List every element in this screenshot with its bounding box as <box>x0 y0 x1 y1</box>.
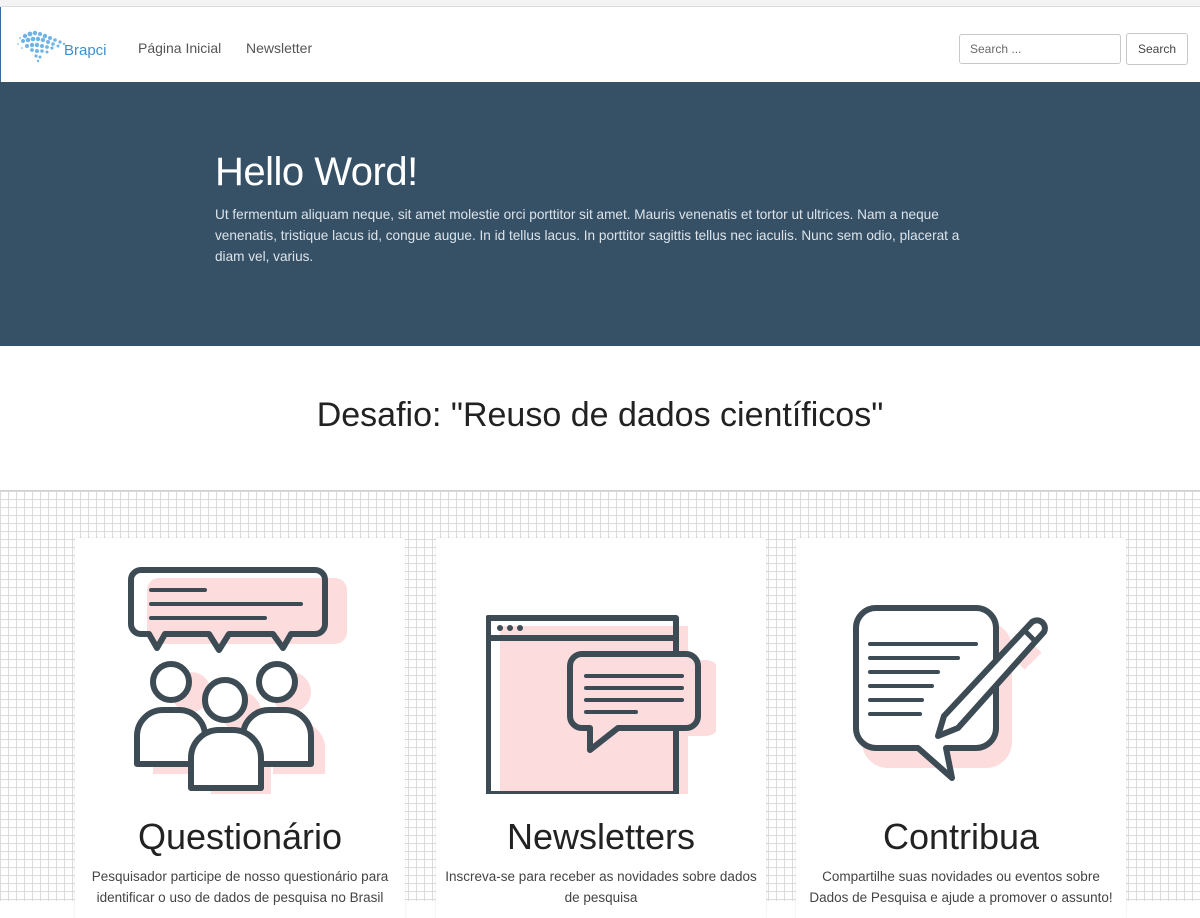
card-text: Inscreva-se para receber as novidades so… <box>445 869 757 905</box>
contribute-pencil-icon <box>853 605 1048 781</box>
section-title: Desafio: "Reuso de dados científicos" <box>316 396 884 434</box>
card-text: Compartilhe suas novidades ou eventos so… <box>809 869 1113 905</box>
hero-title: Hello Word! <box>215 150 418 194</box>
card-contribua[interactable]: Contribua Compartilhe suas novidades ou … <box>796 538 1126 918</box>
hero-banner: Hello Word! Ut fermentum aliquam neque, … <box>0 82 1200 346</box>
card-title: Questionário <box>137 816 343 857</box>
card-text: Pesquisador participe de nosso questioná… <box>91 869 389 905</box>
card-questionario[interactable]: Questionário Pesquisador participe de no… <box>75 538 405 918</box>
nav-link-newsletter[interactable]: Newsletter <box>246 40 312 56</box>
card-title: Contribua <box>882 816 1040 857</box>
card-title: Newsletters <box>506 816 696 857</box>
hero-text: Ut fermentum aliquam neque, sit amet mol… <box>215 207 960 264</box>
brand-link[interactable]: Brapci <box>15 25 107 65</box>
search-button[interactable]: Search <box>1126 33 1188 65</box>
navbar: Brapci Página Inicial Newsletter Search <box>0 7 1200 82</box>
search-input[interactable] <box>959 34 1121 64</box>
brand-name: Brapci <box>64 41 107 59</box>
brapci-logo-icon <box>17 30 66 63</box>
browser-top-strip <box>0 0 1200 7</box>
survey-group-icon <box>128 567 347 794</box>
card-newsletters[interactable]: Newsletters Inscreva-se para receber as … <box>436 538 766 918</box>
nav-link-pagina-inicial[interactable]: Página Inicial <box>138 40 221 56</box>
newsletter-window-icon <box>486 615 716 794</box>
